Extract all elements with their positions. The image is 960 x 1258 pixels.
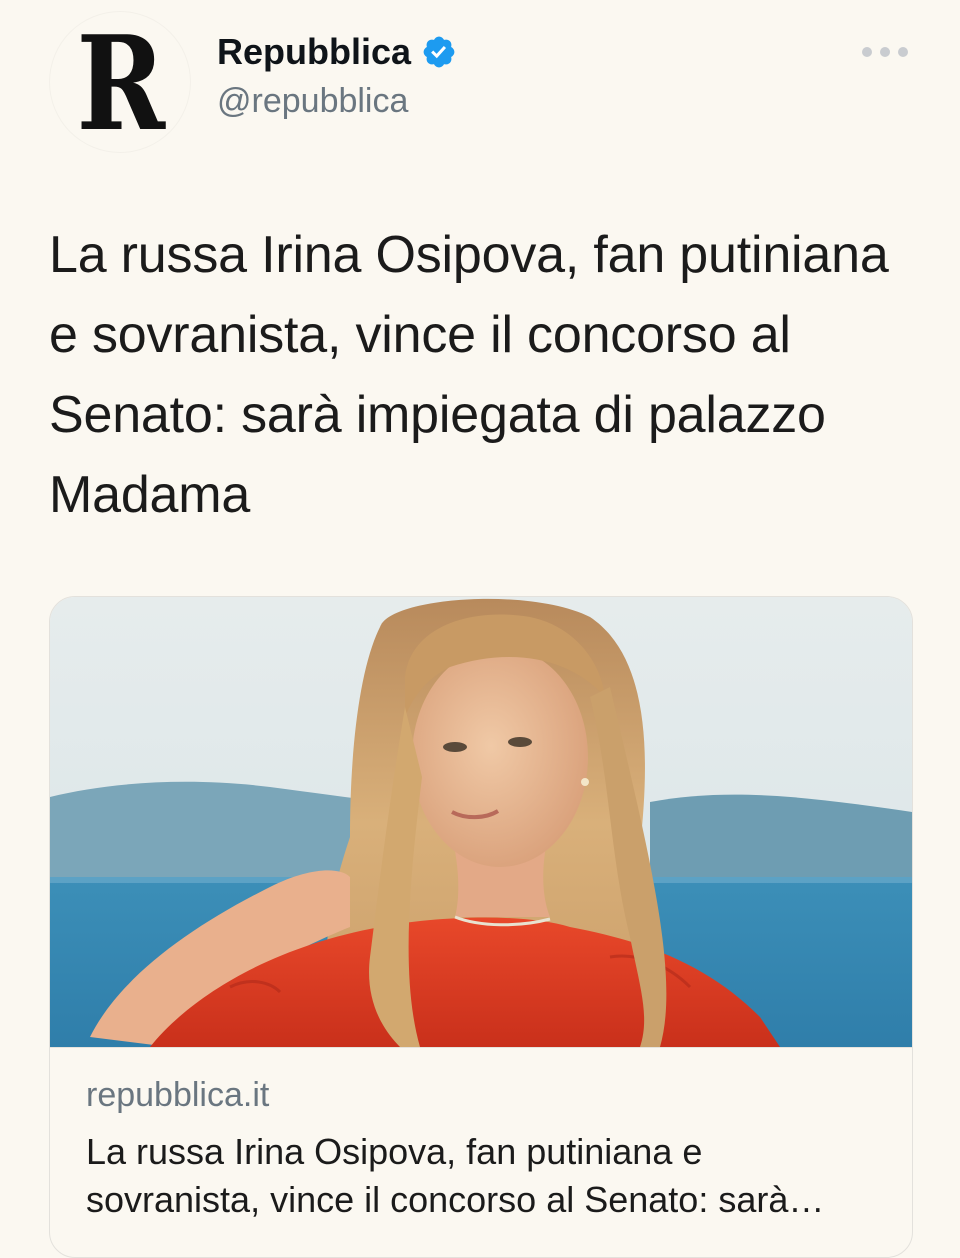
card-title[interactable]: La russa Irina Osipova, fan putiniana e … (86, 1128, 886, 1224)
tweet-text: La russa Irina Osipova, fan putiniana e … (49, 226, 889, 524)
card-image (50, 597, 912, 1047)
verified-badge-icon (421, 34, 457, 70)
more-horizontal-icon (862, 47, 872, 57)
author-name-row[interactable]: Repubblica (217, 30, 457, 74)
author-handle[interactable]: @repubblica (217, 82, 408, 121)
avatar-logo-letter: R (76, 12, 166, 152)
more-options-button[interactable] (862, 42, 908, 62)
card-domain: repubblica.it (86, 1076, 270, 1114)
tweet-header: R Repubblica @repubblica (0, 0, 960, 152)
link-preview-card[interactable]: repubblica.it La russa Irina Osipova, fa… (49, 596, 913, 1258)
author-display-name[interactable]: Repubblica (217, 31, 411, 73)
card-info: repubblica.it La russa Irina Osipova, fa… (50, 1047, 912, 1257)
avatar[interactable]: R (50, 12, 190, 152)
